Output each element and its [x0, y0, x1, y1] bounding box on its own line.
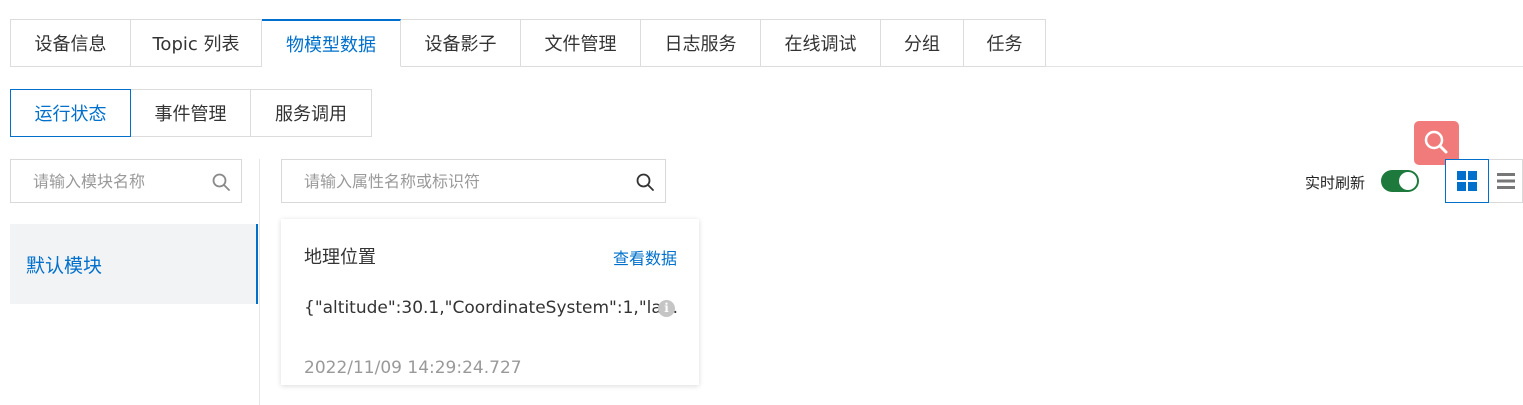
- list-view-button[interactable]: [1489, 159, 1523, 203]
- property-search-box: [281, 159, 666, 203]
- tab-running-status[interactable]: 运行状态: [10, 89, 131, 137]
- tab-device-shadow[interactable]: 设备影子: [401, 19, 521, 67]
- module-search-box: [10, 159, 242, 203]
- tab-file-management[interactable]: 文件管理: [521, 19, 641, 67]
- sub-tab-bar: 运行状态 事件管理 服务调用: [10, 89, 372, 137]
- view-data-link[interactable]: 查看数据: [613, 245, 677, 269]
- panel-divider: [259, 159, 260, 405]
- top-tab-bar: 设备信息 Topic 列表 物模型数据 设备影子 文件管理 日志服务 在线调试 …: [10, 19, 1046, 67]
- tab-event-management[interactable]: 事件管理: [131, 89, 251, 137]
- tab-device-info[interactable]: 设备信息: [10, 19, 131, 67]
- property-card: 地理位置 查看数据 {"altitude":30.1,"CoordinateSy…: [281, 219, 699, 385]
- grid-view-icon: [1457, 171, 1477, 191]
- tab-topic-list[interactable]: Topic 列表: [131, 19, 262, 67]
- property-search-input[interactable]: [304, 171, 665, 191]
- tab-thing-model-data[interactable]: 物模型数据: [262, 19, 401, 67]
- realtime-refresh-toggle[interactable]: [1381, 170, 1419, 192]
- realtime-refresh-label: 实时刷新: [1305, 174, 1366, 192]
- tab-task[interactable]: 任务: [964, 19, 1046, 67]
- property-timestamp: 2022/11/09 14:29:24.727: [304, 358, 522, 378]
- search-icon[interactable]: [211, 172, 231, 192]
- tab-log-service[interactable]: 日志服务: [641, 19, 761, 67]
- property-name: 地理位置: [304, 247, 376, 268]
- module-search-input[interactable]: [33, 171, 241, 191]
- module-item-default[interactable]: 默认模块: [10, 224, 258, 304]
- toggle-knob: [1399, 172, 1417, 190]
- tab-service-call[interactable]: 服务调用: [251, 89, 372, 137]
- list-view-icon: [1496, 173, 1515, 189]
- grid-view-button[interactable]: [1445, 159, 1489, 203]
- tab-online-debug[interactable]: 在线调试: [761, 19, 881, 67]
- tab-group[interactable]: 分组: [881, 19, 964, 67]
- property-value: {"altitude":30.1,"CoordinateSystem":1,"l…: [304, 298, 678, 318]
- search-icon[interactable]: [635, 172, 655, 192]
- info-icon[interactable]: i: [658, 300, 675, 317]
- tab-bar-divider: [1045, 66, 1523, 67]
